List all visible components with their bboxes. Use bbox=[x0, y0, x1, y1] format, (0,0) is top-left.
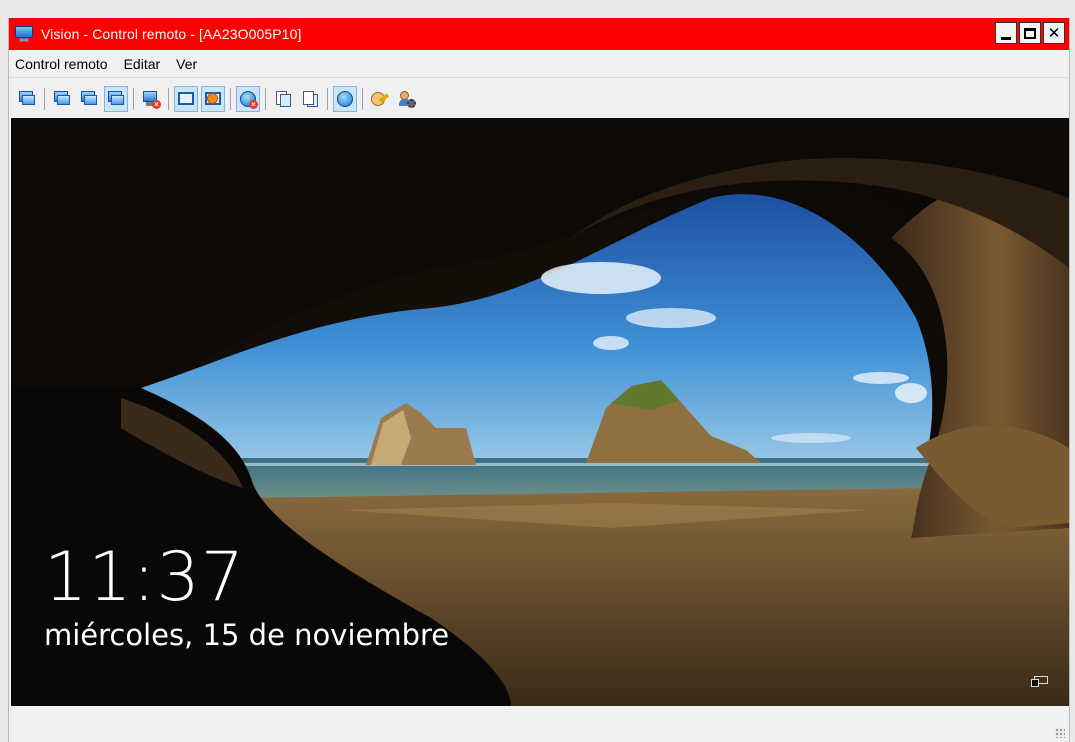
full-screen-icon bbox=[204, 90, 222, 108]
remote-desktop-view[interactable]: 11:37 miércoles, 15 de noviembre bbox=[11, 118, 1069, 706]
monitor-share-button[interactable] bbox=[104, 86, 128, 112]
fit-window-button[interactable] bbox=[174, 86, 198, 112]
desktop-background: Vision - Control remoto - [AA23O005P10] … bbox=[0, 0, 1075, 742]
vision-app-icon[interactable] bbox=[13, 25, 35, 43]
toolbar-separator bbox=[133, 88, 134, 110]
full-screen-button[interactable] bbox=[201, 86, 225, 112]
menu-control-remoto[interactable]: Control remoto bbox=[15, 56, 108, 72]
copy-to-icon bbox=[274, 90, 292, 108]
chat-button[interactable] bbox=[368, 86, 392, 112]
resize-grip-icon[interactable] bbox=[1055, 728, 1065, 738]
monitor-share-icon bbox=[107, 90, 125, 108]
blank-screen-icon: × bbox=[239, 90, 258, 109]
monitor-control-button[interactable] bbox=[77, 86, 101, 112]
lockscreen-date: miércoles, 15 de noviembre bbox=[44, 618, 450, 652]
toolbar-separator bbox=[327, 88, 328, 110]
chat-icon bbox=[371, 90, 390, 108]
lockscreen-clock: 11:37 bbox=[44, 538, 245, 617]
minimize-button[interactable] bbox=[995, 22, 1017, 44]
refresh-icon bbox=[336, 90, 354, 108]
remote-control-icon bbox=[18, 90, 36, 108]
toolbar-separator bbox=[44, 88, 45, 110]
toolbar-separator bbox=[362, 88, 363, 110]
toolbar: × × bbox=[9, 80, 1069, 118]
paste-from-button[interactable] bbox=[298, 86, 322, 112]
disconnect-button[interactable]: × bbox=[139, 86, 163, 112]
copy-to-button[interactable] bbox=[271, 86, 295, 112]
fit-window-icon bbox=[177, 90, 195, 108]
user-settings-button[interactable] bbox=[395, 86, 419, 112]
paste-from-icon bbox=[301, 90, 319, 108]
maximize-icon bbox=[1024, 27, 1036, 39]
user-settings-icon bbox=[398, 90, 416, 108]
window-title: Vision - Control remoto - [AA23O005P10] bbox=[41, 26, 302, 42]
toolbar-separator bbox=[168, 88, 169, 110]
maximize-button[interactable] bbox=[1019, 22, 1041, 44]
vision-remote-window: Vision - Control remoto - [AA23O005P10] … bbox=[8, 18, 1070, 742]
disconnect-icon: × bbox=[142, 90, 161, 109]
blank-screen-button[interactable]: × bbox=[236, 86, 260, 112]
close-button[interactable]: ✕ bbox=[1043, 22, 1065, 44]
toolbar-separator bbox=[230, 88, 231, 110]
remote-control-button[interactable] bbox=[15, 86, 39, 112]
close-icon: ✕ bbox=[1047, 25, 1061, 42]
network-icon[interactable] bbox=[1031, 676, 1049, 688]
monitor-view-icon bbox=[53, 90, 71, 108]
monitor-control-icon bbox=[80, 90, 98, 108]
status-bar bbox=[9, 706, 1069, 742]
title-bar[interactable]: Vision - Control remoto - [AA23O005P10] … bbox=[9, 18, 1069, 50]
window-controls: ✕ bbox=[995, 22, 1065, 44]
toolbar-separator bbox=[265, 88, 266, 110]
minimize-icon bbox=[1001, 36, 1011, 40]
monitor-view-button[interactable] bbox=[50, 86, 74, 112]
menu-ver[interactable]: Ver bbox=[176, 56, 197, 72]
refresh-button[interactable] bbox=[333, 86, 357, 112]
menu-bar: Control remoto Editar Ver bbox=[9, 50, 1069, 78]
menu-editar[interactable]: Editar bbox=[124, 56, 161, 72]
